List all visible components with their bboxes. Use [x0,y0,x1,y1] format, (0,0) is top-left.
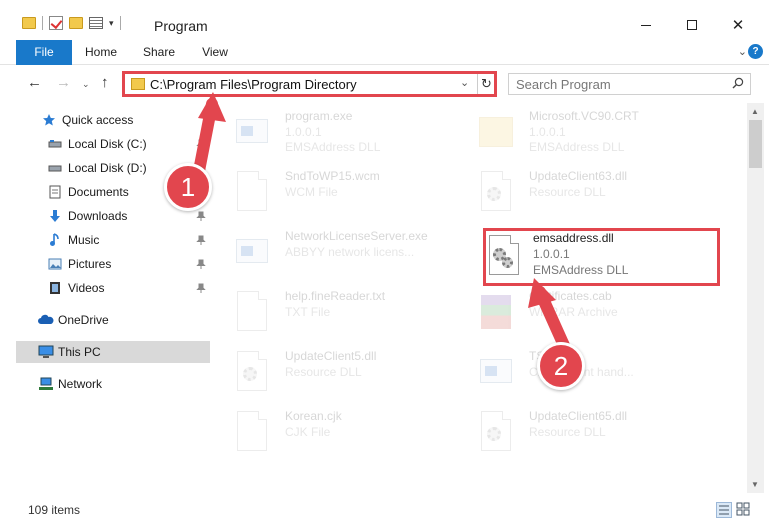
step-badge-2: 2 [537,342,585,390]
step-badge-1: 1 [164,163,212,211]
annotation-arrow-1 [192,92,572,356]
